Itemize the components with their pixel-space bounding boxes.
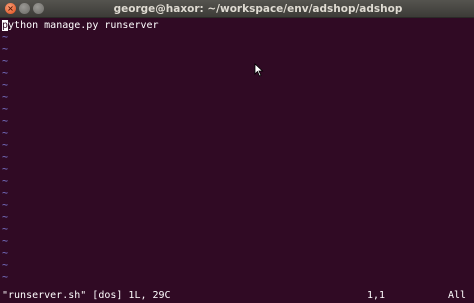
empty-line-tilde: ~ bbox=[2, 32, 9, 43]
empty-line-tilde: ~ bbox=[2, 152, 9, 163]
empty-line-tilde: ~ bbox=[2, 80, 9, 91]
empty-line-tilde: ~ bbox=[2, 272, 9, 283]
mouse-pointer-icon bbox=[254, 63, 264, 77]
status-file-info: "runserver.sh" [dos] 1L, 29C bbox=[2, 290, 171, 301]
empty-line-tilde: ~ bbox=[2, 92, 9, 103]
editor-line-1[interactable]: python manage.py runserver bbox=[2, 20, 159, 32]
empty-line-tilde: ~ bbox=[2, 116, 9, 127]
status-cursor-position: 1,1 bbox=[367, 290, 386, 301]
close-icon: × bbox=[7, 4, 14, 13]
empty-line-tilde: ~ bbox=[2, 176, 9, 187]
window-title: george@haxor: ~/workspace/env/adshop/ads… bbox=[113, 3, 403, 15]
close-button[interactable]: × bbox=[5, 3, 16, 14]
empty-line-tilde: ~ bbox=[2, 56, 9, 67]
empty-line-tilde: ~ bbox=[2, 140, 9, 151]
empty-line-tilde: ~ bbox=[2, 188, 9, 199]
terminal-window: × george@haxor: ~/workspace/env/adshop/a… bbox=[0, 0, 474, 303]
empty-line-tilde: ~ bbox=[2, 164, 9, 175]
empty-line-tilde: ~ bbox=[2, 68, 9, 79]
minimize-button[interactable] bbox=[19, 3, 30, 14]
empty-line-tilde: ~ bbox=[2, 236, 9, 247]
status-scroll: All bbox=[448, 290, 467, 301]
empty-line-tilde: ~ bbox=[2, 104, 9, 115]
maximize-button[interactable] bbox=[33, 3, 44, 14]
empty-line-tilde: ~ bbox=[2, 200, 9, 211]
empty-line-tilde: ~ bbox=[2, 260, 9, 271]
empty-line-tilde: ~ bbox=[2, 128, 9, 139]
title-bar[interactable]: × george@haxor: ~/workspace/env/adshop/a… bbox=[0, 0, 474, 18]
empty-line-tilde: ~ bbox=[2, 224, 9, 235]
editor-line-text: ython manage.py runserver bbox=[8, 20, 159, 31]
empty-line-tilde: ~ bbox=[2, 44, 9, 55]
empty-line-tilde: ~ bbox=[2, 212, 9, 223]
terminal-area[interactable]: python manage.py runserver ~ ~ ~ ~ ~ ~ ~ ~ ~ ~ ~ ~ ~… bbox=[0, 19, 474, 303]
empty-line-tilde: ~ bbox=[2, 248, 9, 259]
